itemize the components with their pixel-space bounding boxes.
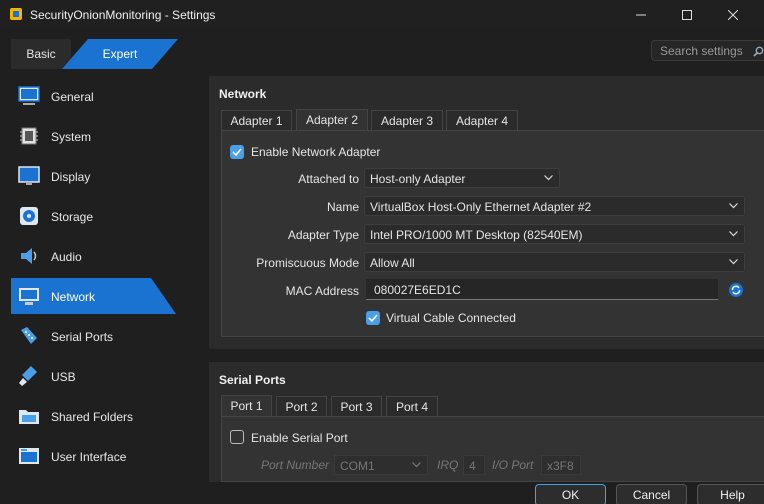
checkmark-icon: [232, 148, 242, 157]
audio-icon: [21, 248, 37, 264]
title-bar: SecurityOnionMonitoring - Settings: [0, 0, 764, 30]
io-port-input: x3F8: [541, 455, 581, 475]
tab-adapter-4[interactable]: Adapter 4: [446, 110, 518, 131]
close-button[interactable]: [710, 0, 756, 30]
promiscuous-mode-select[interactable]: Allow All: [364, 252, 745, 272]
serial-ports-section-title: Serial Ports: [219, 373, 286, 387]
sidebar-item-label: USB: [51, 370, 76, 384]
adapter-type-label: Adapter Type: [287, 228, 359, 242]
serial-ports-icon: [21, 327, 37, 344]
ok-button[interactable]: OK: [535, 484, 606, 504]
sidebar-item-serial-ports[interactable]: Serial Ports: [11, 318, 176, 354]
sidebar-item-label: User Interface: [51, 450, 127, 464]
sidebar-item-label: Audio: [51, 250, 82, 264]
maximize-icon: [682, 10, 692, 20]
close-icon: [728, 10, 738, 20]
network-icon: [19, 288, 39, 305]
storage-icon: [20, 207, 38, 225]
help-button[interactable]: Help: [697, 484, 764, 504]
tab-port-2[interactable]: Port 2: [276, 396, 327, 417]
tab-port-4[interactable]: Port 4: [386, 396, 438, 417]
sidebar-item-label: Shared Folders: [51, 410, 134, 424]
minimize-icon: [636, 14, 646, 16]
sidebar-item-label: General: [51, 90, 94, 104]
adapter-type-select[interactable]: Intel PRO/1000 MT Desktop (82540EM): [364, 224, 745, 244]
irq-label: IRQ: [437, 458, 459, 472]
enable-network-adapter-checkbox[interactable]: [230, 145, 244, 159]
usb-icon: [19, 366, 37, 386]
sidebar-item-display[interactable]: Display: [11, 158, 176, 194]
sidebar-item-audio[interactable]: Audio: [11, 238, 176, 274]
port-number-select: COM1: [334, 455, 428, 475]
sidebar-item-user-interface[interactable]: User Interface: [11, 438, 176, 474]
chevron-down-icon: [412, 462, 421, 468]
tab-port-3[interactable]: Port 3: [331, 396, 382, 417]
sidebar-item-label: Storage: [51, 210, 94, 224]
general-icon: [18, 86, 40, 105]
system-icon: [20, 127, 38, 145]
tab-adapter-1[interactable]: Adapter 1: [221, 110, 292, 131]
sidebar-item-system[interactable]: System: [11, 118, 176, 154]
settings-sidebar: General System Display Storage Audio Net…: [0, 78, 200, 478]
shared-folders-icon: [19, 410, 39, 424]
promiscuous-mode-value: Allow All: [370, 256, 415, 270]
sidebar-item-label: Display: [51, 170, 91, 184]
promiscuous-mode-label: Promiscuous Mode: [256, 256, 359, 270]
maximize-button[interactable]: [664, 0, 710, 30]
virtual-cable-connected-checkbox[interactable]: [366, 311, 380, 325]
sidebar-item-usb[interactable]: USB: [11, 358, 176, 394]
adapter-type-value: Intel PRO/1000 MT Desktop (82540EM): [370, 228, 583, 242]
enable-network-adapter-label: Enable Network Adapter: [251, 145, 381, 159]
network-section-title: Network: [219, 87, 267, 101]
sidebar-item-label: System: [51, 130, 92, 144]
chevron-down-icon: [729, 203, 738, 209]
adapter-name-value: VirtualBox Host-Only Ethernet Adapter #2: [370, 200, 592, 214]
window-title: SecurityOnionMonitoring - Settings: [30, 8, 216, 22]
mac-address-label: MAC Address: [285, 284, 359, 298]
refresh-mac-icon[interactable]: [728, 282, 744, 298]
tab-adapter-2[interactable]: Adapter 2: [296, 109, 368, 131]
adapter-name-select[interactable]: VirtualBox Host-Only Ethernet Adapter #2: [364, 196, 745, 216]
sidebar-item-shared-folders[interactable]: Shared Folders: [11, 398, 176, 434]
sidebar-item-label: Serial Ports: [51, 330, 114, 344]
port-number-label: Port Number: [261, 458, 330, 472]
basic-mode-tab[interactable]: Basic: [11, 39, 71, 69]
tab-adapter-3[interactable]: Adapter 3: [371, 110, 443, 131]
sidebar-item-general[interactable]: General: [11, 78, 176, 114]
attached-to-label: Attached to: [298, 172, 359, 186]
port-number-value: COM1: [340, 459, 375, 473]
cancel-button[interactable]: Cancel: [616, 484, 687, 504]
io-port-label: I/O Port: [492, 458, 534, 472]
sidebar-item-network[interactable]: Network: [11, 278, 176, 314]
display-icon: [18, 166, 40, 185]
enable-serial-port-label: Enable Serial Port: [251, 431, 348, 445]
checkmark-icon: [368, 314, 378, 323]
chevron-down-icon: [729, 259, 738, 265]
chevron-down-icon: [544, 175, 553, 181]
irq-input: 4: [463, 455, 485, 475]
search-settings-input[interactable]: Search settings: [651, 40, 764, 61]
attached-to-value: Host-only Adapter: [370, 172, 466, 186]
sidebar-item-label: Network: [51, 290, 96, 304]
name-label: Name: [326, 200, 359, 214]
attached-to-select[interactable]: Host-only Adapter: [364, 168, 560, 188]
sidebar-item-storage[interactable]: Storage: [11, 198, 176, 234]
tab-port-1[interactable]: Port 1: [221, 395, 272, 417]
mac-address-input[interactable]: 080027E6ED1C: [366, 279, 718, 300]
virtualbox-icon: [10, 8, 22, 20]
search-icon: [753, 46, 764, 57]
port-tab-body: [221, 416, 764, 482]
minimize-button[interactable]: [618, 0, 664, 30]
virtual-cable-connected-label: Virtual Cable Connected: [386, 311, 516, 325]
expert-mode-tab[interactable]: Expert: [62, 39, 178, 69]
chevron-down-icon: [729, 231, 738, 237]
user-interface-icon: [19, 448, 39, 464]
enable-serial-port-checkbox[interactable]: [230, 430, 244, 444]
